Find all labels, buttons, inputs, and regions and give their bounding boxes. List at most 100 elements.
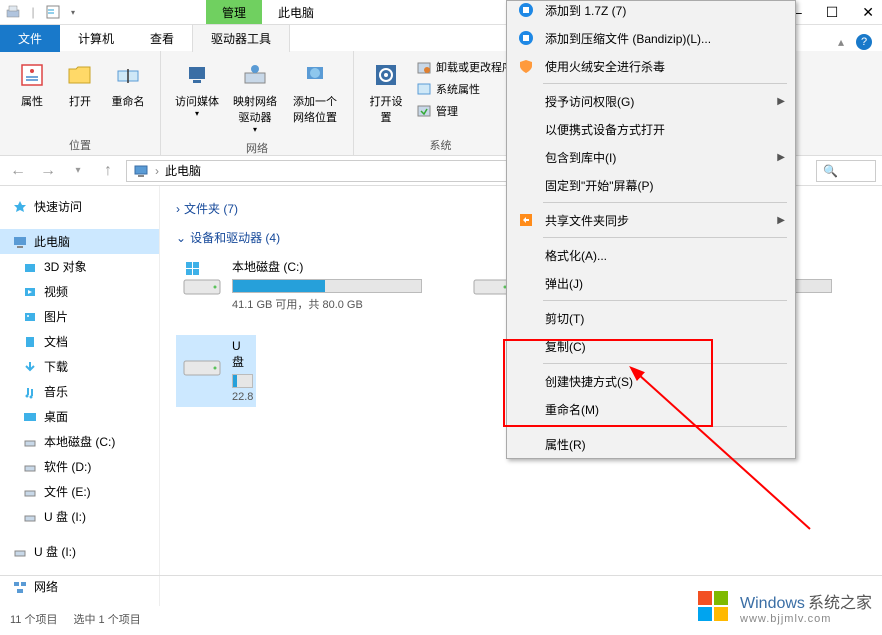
menu-separator: [543, 237, 787, 238]
tab-computer[interactable]: 计算机: [60, 25, 132, 52]
close-button[interactable]: ✕: [862, 4, 874, 21]
context-menu-item[interactable]: 重命名(M): [507, 395, 795, 423]
sidebar-item-label: 文件 (E:): [44, 483, 91, 500]
sidebar-item[interactable]: 下载: [0, 354, 159, 379]
menu-item-label: 固定到"开始"屏幕(P): [545, 177, 654, 194]
up-button[interactable]: ↑: [96, 159, 120, 183]
search-box[interactable]: 🔍: [816, 160, 876, 182]
sys-props-label: 系统属性: [436, 81, 480, 97]
address-bar[interactable]: › 此电脑: [126, 160, 570, 182]
open-button[interactable]: 打开: [58, 55, 102, 113]
manage-button[interactable]: 管理: [412, 101, 517, 121]
context-menu-item[interactable]: 剪切(T): [507, 304, 795, 332]
manage-icon: [416, 103, 432, 119]
context-menu-item[interactable]: 共享文件夹同步▶: [507, 206, 795, 234]
sidebar-item[interactable]: U 盘 (I:): [0, 504, 159, 529]
network-location-icon: [299, 59, 331, 91]
menu-item-icon: [517, 120, 535, 138]
sidebar-item[interactable]: 3D 对象: [0, 254, 159, 279]
sidebar-item[interactable]: 桌面: [0, 404, 159, 429]
uninstall-button[interactable]: 卸载或更改程序: [412, 57, 517, 77]
sidebar-item[interactable]: 音乐: [0, 379, 159, 404]
help-icons: ▴ ?: [838, 34, 872, 50]
drive-item[interactable]: 本地磁盘 (C:) 41.1 GB 可用，共 80.0 GB: [176, 254, 426, 329]
sidebar-item-icon: [22, 309, 38, 325]
sidebar-item[interactable]: 文件 (E:): [0, 479, 159, 504]
context-menu-item[interactable]: 固定到"开始"屏幕(P): [507, 171, 795, 199]
window-title: 此电脑: [262, 0, 330, 25]
tab-file[interactable]: 文件: [0, 25, 60, 52]
access-media-button[interactable]: 访问媒体▾: [171, 55, 223, 122]
windows-logo-icon: [694, 587, 734, 627]
sidebar-item-icon: [22, 509, 38, 525]
sidebar-item-icon: [22, 484, 38, 500]
sidebar-item[interactable]: 本地磁盘 (C:): [0, 429, 159, 454]
menu-item-label: 以便携式设备方式打开: [545, 121, 665, 138]
menu-item-label: 添加到 1.7Z (7): [545, 2, 626, 19]
breadcrumb-this-pc[interactable]: 此电脑: [165, 162, 201, 179]
sidebar-item-label: 下载: [44, 358, 68, 375]
wm-url: www.bjjmlv.com: [740, 613, 872, 625]
context-menu-item[interactable]: 创建快捷方式(S): [507, 367, 795, 395]
menu-separator: [543, 202, 787, 203]
star-icon: [12, 199, 28, 215]
context-menu-item[interactable]: 授予访问权限(G)▶: [507, 87, 795, 115]
sidebar-this-pc[interactable]: 此电脑: [0, 229, 159, 254]
tab-view[interactable]: 查看: [132, 25, 192, 52]
sidebar-usb[interactable]: U 盘 (I:): [0, 539, 159, 564]
menu-item-label: 重命名(M): [545, 401, 599, 418]
sidebar-item[interactable]: 文档: [0, 329, 159, 354]
sidebar-item[interactable]: 图片: [0, 304, 159, 329]
context-menu-item[interactable]: 复制(C): [507, 332, 795, 360]
properties-label: 属性: [21, 93, 43, 109]
add-network-location-button[interactable]: 添加一个网络位置: [287, 55, 343, 129]
sidebar-item-label: 软件 (D:): [44, 458, 91, 475]
qat-properties-icon[interactable]: [44, 3, 62, 21]
sidebar-quick-access[interactable]: 快速访问: [0, 194, 159, 219]
drive-item[interactable]: U 盘 22.8: [176, 335, 256, 407]
menu-item-label: 属性(R): [545, 436, 586, 453]
context-menu-item[interactable]: 弹出(J): [507, 269, 795, 297]
map-drive-icon: [239, 59, 271, 91]
context-menu-item[interactable]: 使用火绒安全进行杀毒: [507, 52, 795, 80]
sidebar-item-icon: [22, 434, 38, 450]
sidebar-item[interactable]: 视频: [0, 279, 159, 304]
recent-dropdown[interactable]: ▾: [66, 159, 90, 183]
sidebar-item-icon: [22, 359, 38, 375]
menu-separator: [543, 83, 787, 84]
search-icon: 🔍: [823, 164, 838, 178]
collapse-ribbon-icon[interactable]: ▴: [838, 35, 844, 49]
chevron-right-icon: ›: [176, 202, 180, 216]
menu-item-icon: [517, 176, 535, 194]
menu-item-label: 使用火绒安全进行杀毒: [545, 58, 665, 75]
context-menu-item[interactable]: 以便携式设备方式打开: [507, 115, 795, 143]
pc-icon: [133, 163, 149, 179]
context-menu-item[interactable]: 属性(R): [507, 430, 795, 458]
open-settings-button[interactable]: 打开设置: [364, 55, 408, 129]
tab-drive-tools[interactable]: 驱动器工具: [192, 24, 290, 52]
sys-props-icon: [416, 81, 432, 97]
context-menu-item[interactable]: 添加到压缩文件 (Bandizip)(L)...: [507, 24, 795, 52]
sidebar-item[interactable]: 软件 (D:): [0, 454, 159, 479]
menu-item-label: 剪切(T): [545, 310, 584, 327]
contextual-tabs: 管理 此电脑: [206, 0, 330, 25]
sidebar-item-label: 图片: [44, 308, 68, 325]
manage-contextual-tab[interactable]: 管理: [206, 0, 262, 25]
context-menu-item[interactable]: 包含到库中(I)▶: [507, 143, 795, 171]
map-drive-button[interactable]: 映射网络驱动器▾: [227, 55, 283, 138]
rename-label: 重命名: [112, 93, 145, 109]
back-button[interactable]: ←: [6, 159, 30, 183]
system-properties-button[interactable]: 系统属性: [412, 79, 517, 99]
ribbon-group-system: 打开设置 卸载或更改程序 系统属性 管理 系统: [354, 51, 528, 155]
media-icon: [181, 59, 213, 91]
context-menu-item[interactable]: 格式化(A)...: [507, 241, 795, 269]
qat-dropdown-icon[interactable]: ▾: [64, 3, 82, 21]
forward-button[interactable]: →: [36, 159, 60, 183]
properties-button[interactable]: 属性: [10, 55, 54, 113]
app-icon: [4, 3, 22, 21]
rename-button[interactable]: 重命名: [106, 55, 150, 113]
menu-item-icon: [517, 274, 535, 292]
maximize-button[interactable]: ☐: [826, 4, 839, 21]
context-menu-item[interactable]: 添加到 1.7Z (7): [507, 1, 795, 24]
help-icon[interactable]: ?: [856, 34, 872, 50]
